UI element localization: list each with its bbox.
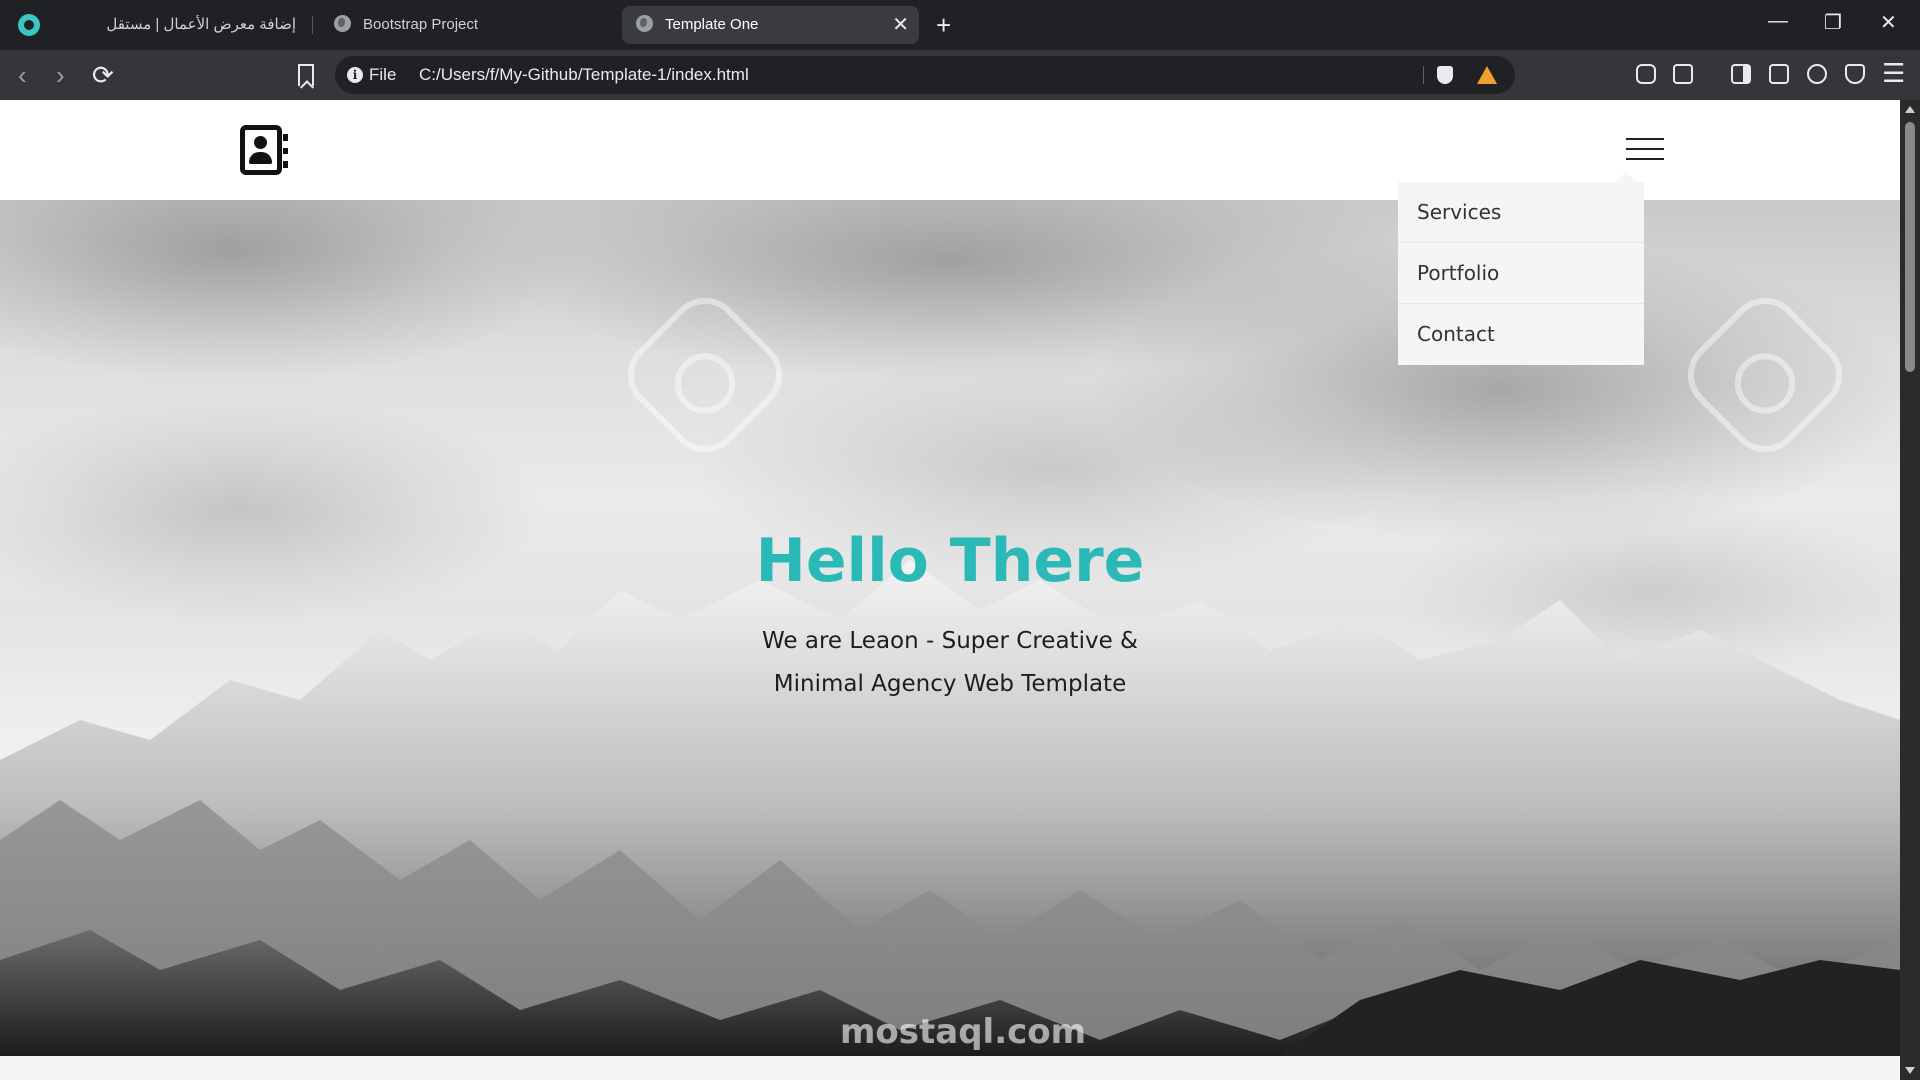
mostaql-watermark-text: mostaql.com [840,1012,1087,1052]
menu-item-contact[interactable]: Contact [1398,304,1644,365]
restore-button[interactable]: ❐ [1824,10,1842,35]
brave-shields-icon[interactable] [1437,66,1453,84]
scrollbar-thumb[interactable] [1905,122,1915,372]
vpn-icon[interactable] [1845,64,1865,84]
omnibox-divider [1423,66,1424,84]
brave-logo-icon[interactable] [18,14,40,36]
globe-icon [636,15,653,32]
url-text[interactable]: C:/Users/f/My-Github/Template-1/index.ht… [419,56,749,94]
url-scheme-label: File [369,65,397,84]
new-tab-button[interactable]: + [936,8,951,42]
contact-book-logo-icon[interactable] [240,125,288,175]
tab-bootstrap-project[interactable]: Bootstrap Project [320,6,620,44]
menu-item-services[interactable]: Services [1398,182,1644,243]
back-button[interactable]: ‹ [18,60,27,90]
brave-rewards-icon[interactable] [1477,66,1497,84]
scroll-down-arrow-icon[interactable] [1905,1067,1915,1074]
page-footer-strip [0,1056,1900,1080]
reload-button[interactable]: ⟳ [92,60,114,90]
menu-item-portfolio[interactable]: Portfolio [1398,243,1644,304]
address-bar[interactable]: i File C:/Users/f/My-Github/Template-1/i… [335,56,1515,94]
bookmark-icon[interactable] [298,64,314,86]
browser-toolbar: ‹ › ⟳ i File C:/Users/f/My-Github/Templa… [0,50,1920,100]
page-scrollbar[interactable] [1900,100,1920,1080]
hamburger-menu-icon[interactable] [1626,138,1664,160]
hero-subtitle: We are Leaon - Super Creative & Minimal … [650,620,1250,706]
extensions-icon[interactable] [1636,64,1656,84]
dropdown-caret [1616,172,1636,182]
scroll-up-arrow-icon[interactable] [1905,106,1915,113]
minimize-button[interactable]: — [1768,10,1788,33]
tab-title: Bootstrap Project [363,16,479,33]
menu-icon[interactable]: ☰ [1882,58,1905,88]
tab-title: Template One [665,16,759,33]
hero-subtitle-line-2: Minimal Agency Web Template [773,671,1127,697]
browser-tab-bar: إضافة معرض الأعمال | مستقل Bootstrap Pro… [0,0,1920,50]
wallet-icon[interactable] [1769,64,1789,84]
close-tab-icon[interactable]: ✕ [892,6,909,44]
tab-title: إضافة معرض الأعمال | مستقل [106,16,296,33]
tab-template-one[interactable]: Template One ✕ [622,6,919,44]
sidebar-toggle-icon[interactable] [1731,64,1751,84]
close-window-button[interactable]: ✕ [1880,10,1897,35]
globe-icon [334,15,351,32]
nav-dropdown-menu: Services Portfolio Contact [1398,172,1644,365]
leo-ai-icon[interactable] [1807,64,1827,84]
tab-mostaql[interactable]: إضافة معرض الأعمال | مستقل [90,6,310,44]
reader-mode-icon[interactable] [1673,64,1693,84]
hero-subtitle-line-1: We are Leaon - Super Creative & [762,628,1138,654]
forward-button[interactable]: › [56,60,65,90]
tab-divider [312,16,313,34]
hero-title: Hello There [755,526,1145,596]
info-icon[interactable]: i [347,67,363,83]
